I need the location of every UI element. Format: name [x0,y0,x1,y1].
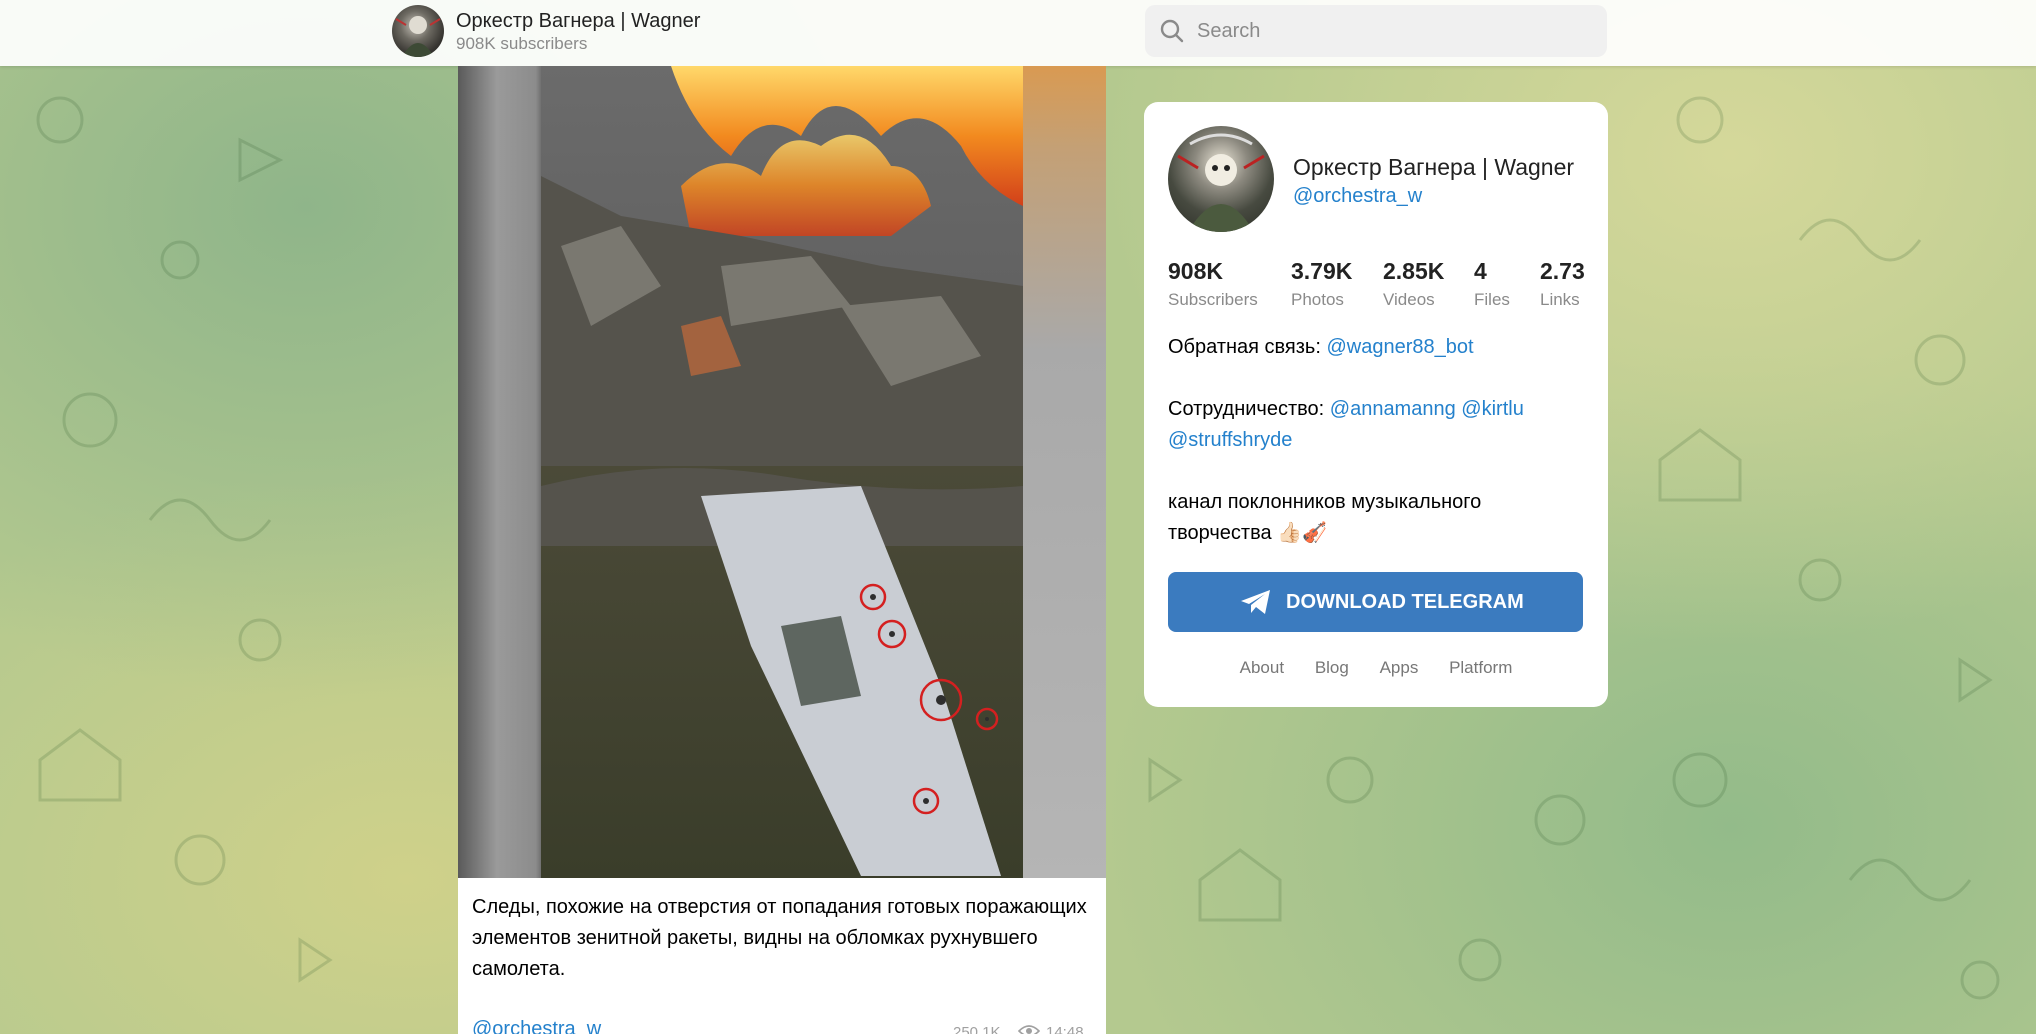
video-frame[interactable] [541,66,1023,878]
counter-label: Links [1540,290,1580,309]
channel-handle-link[interactable]: @orchestra_w [1293,185,1422,208]
search-icon [1160,19,1184,43]
link-apps[interactable]: Apps [1380,658,1419,678]
channel-counters: 908K Subscribers 3.79K Photos 2.85K Vide… [1168,258,1584,314]
coop-link-annamanng[interactable]: @annamanng [1330,398,1456,420]
search-box[interactable] [1145,5,1607,57]
download-telegram-button[interactable]: DOWNLOAD TELEGRAM [1168,572,1583,632]
link-about[interactable]: About [1240,658,1284,678]
post-caption: Следы, похожие на отверстия от попадания… [472,896,1087,980]
search-input[interactable] [1197,5,1597,57]
channel-card-avatar [1168,126,1274,232]
channel-about-text: канал поклонников музыкального творчеств… [1168,491,1482,544]
channel-title[interactable]: Оркестр Вагнера | Wagner [456,10,700,33]
counter-photos[interactable]: 3.79K Photos [1291,258,1352,310]
feedback-bot-link[interactable]: @wagner88_bot [1326,336,1473,358]
channel-name: Оркестр Вагнера | Wagner [1293,154,1575,180]
counter-links[interactable]: 2.73 Links [1540,258,1584,310]
channel-post: Следы, похожие на отверстия от попадания… [458,66,1106,1034]
top-header: Оркестр Вагнера | Wagner 908K subscriber… [0,0,2036,66]
counter-label: Videos [1383,290,1435,309]
counter-value: 3.79K [1291,258,1353,284]
coop-link-struffshryde[interactable]: @struffshryde [1168,429,1292,451]
link-platform[interactable]: Platform [1449,658,1512,678]
subscriber-count: 908K subscribers [456,34,588,53]
telegram-plane-icon [1241,590,1270,614]
channel-avatar[interactable] [392,5,444,57]
channel-description: Обратная связь: @wagner88_bot Сотрудниче… [1168,332,1584,580]
counter-subscribers: 908K Subscribers [1168,258,1258,310]
counter-label: Subscribers [1168,290,1258,309]
feedback-label: Обратная связь: [1168,336,1321,358]
post-author-link[interactable]: @orchestra_w [472,1018,601,1034]
post-video[interactable] [458,66,1106,878]
video-blur-edge [1022,66,1106,878]
channel-info-card: Оркестр Вагнера | Wagner @orchestra_w 90… [1144,102,1608,707]
download-telegram-label: DOWNLOAD TELEGRAM [1286,591,1524,613]
counter-value: 2.73 [1540,258,1584,284]
counter-files[interactable]: 4 Files [1474,258,1510,310]
post-views: 250.1K [953,1024,1001,1034]
counter-value: 4 [1474,258,1487,284]
eye-icon [1018,1025,1040,1034]
counter-value: 2.85K [1383,258,1445,284]
counter-label: Photos [1291,290,1344,309]
link-blog[interactable]: Blog [1315,658,1349,678]
coop-label: Сотрудничество: [1168,398,1325,420]
counter-value: 908K [1168,258,1223,284]
counter-videos[interactable]: 2.85K Videos [1383,258,1444,310]
footer-links: About Blog Apps Platform [1144,658,1608,678]
coop-link-kirtlu[interactable]: @kirtlu [1461,398,1524,420]
counter-label: Files [1474,290,1510,309]
post-time: 14:48 [1046,1024,1084,1034]
